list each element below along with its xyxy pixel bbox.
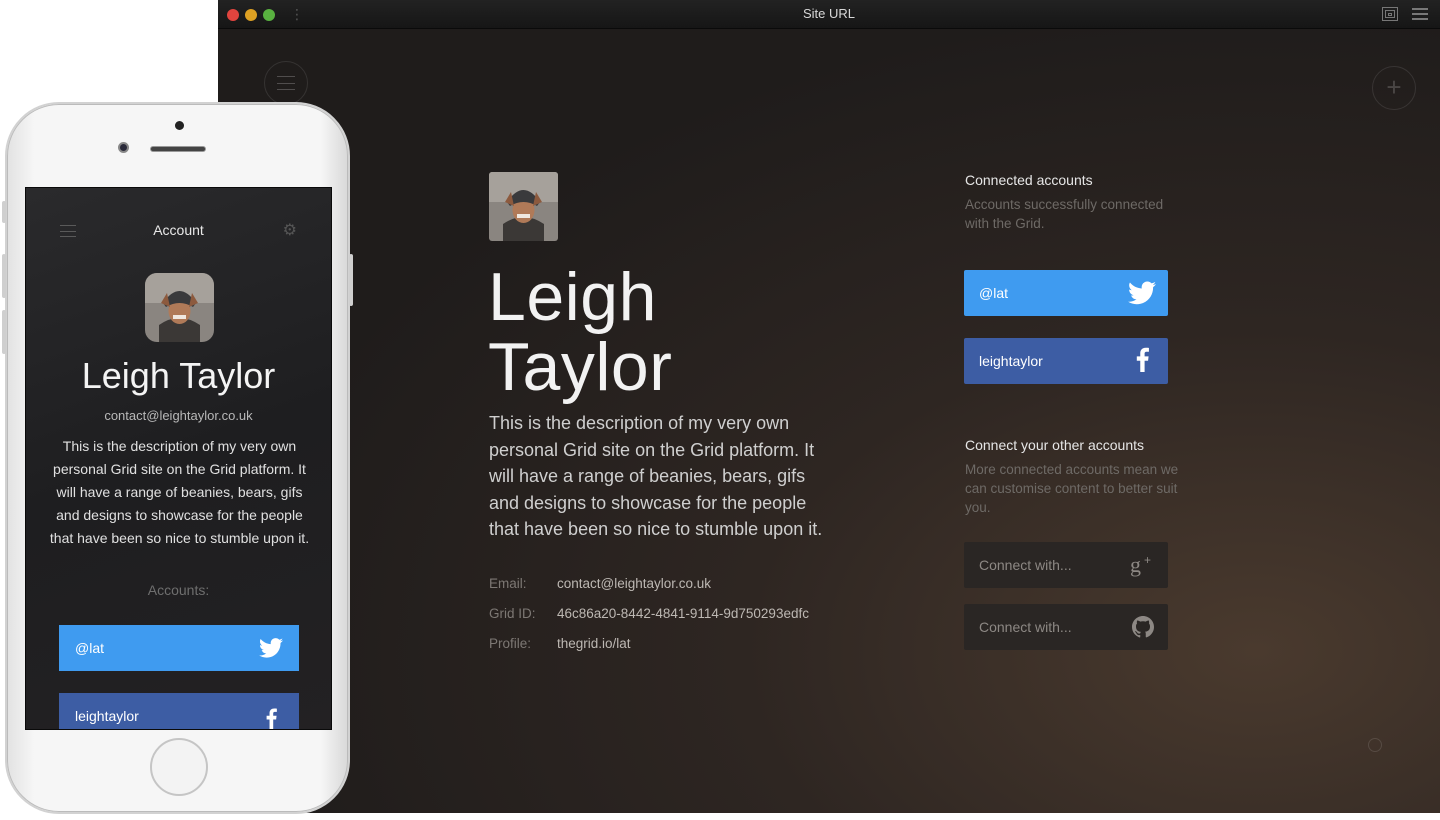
menu-icon xyxy=(277,76,295,90)
browser-window: ⋮ Site URL + Leigh Taylor This is the de… xyxy=(218,0,1440,813)
info-label: Profile: xyxy=(489,635,532,651)
facebook-account-label: leightaylor xyxy=(75,708,139,724)
profile-first-name: Leigh xyxy=(488,259,657,335)
profile-info: Email: contact@leightaylor.co.uk Grid ID… xyxy=(489,568,809,658)
info-row-email: Email: contact@leightaylor.co.uk xyxy=(489,568,809,598)
circle-indicator[interactable] xyxy=(1368,738,1382,752)
info-value-email[interactable]: contact@leightaylor.co.uk xyxy=(557,576,711,591)
connect-label: Connect with... xyxy=(979,619,1072,635)
other-accounts-title: Connect your other accounts xyxy=(965,437,1144,453)
connect-google-plus-button[interactable]: Connect with... g + xyxy=(964,542,1168,588)
plus-icon: + xyxy=(1386,72,1402,102)
avatar-photo xyxy=(489,172,558,241)
phone-mockup: Account ⚙ Leigh Taylor contact@leightayl… xyxy=(2,102,353,814)
info-label: Grid ID: xyxy=(489,605,536,621)
volume-up-button xyxy=(2,254,6,298)
profile-avatar xyxy=(489,172,558,241)
info-row-grid-id: Grid ID: 46c86a20-8442-4841-9114-9d75029… xyxy=(489,598,809,628)
mobile-profile-avatar xyxy=(145,273,214,342)
add-button[interactable]: + xyxy=(1372,66,1416,110)
google-plus-icon: g + xyxy=(1130,552,1151,577)
mobile-twitter-account-button[interactable]: @lat xyxy=(59,625,299,671)
profile-last-name: Taylor xyxy=(488,329,673,405)
twitter-icon xyxy=(1128,281,1156,305)
connected-accounts-subtitle: Accounts successfully connected with the… xyxy=(965,197,1164,231)
connect-github-button[interactable]: Connect with... xyxy=(964,604,1168,650)
power-button xyxy=(349,254,353,306)
title-bar: ⋮ Site URL xyxy=(218,0,1440,29)
front-camera xyxy=(118,142,129,153)
svg-text:+: + xyxy=(1144,553,1151,567)
mobile-profile-description: This is the description of my very own p… xyxy=(49,438,310,546)
mute-switch xyxy=(2,201,6,223)
mobile-profile-name: Leigh Taylor xyxy=(81,355,276,396)
twitter-account-button[interactable]: @lat xyxy=(964,270,1168,316)
github-icon xyxy=(1132,616,1154,638)
settings-gear-icon[interactable]: ⚙ xyxy=(283,220,297,240)
connected-accounts-title: Connected accounts xyxy=(965,172,1093,188)
facebook-account-button[interactable]: leightaylor xyxy=(964,338,1168,384)
facebook-icon xyxy=(266,708,277,729)
facebook-icon xyxy=(1136,347,1149,372)
main-menu-button[interactable] xyxy=(264,61,308,105)
twitter-account-label: @lat xyxy=(75,640,104,656)
mobile-profile-email[interactable]: contact@leightaylor.co.uk xyxy=(26,408,331,423)
info-label: Email: xyxy=(489,575,527,591)
frame-icon[interactable] xyxy=(1382,7,1398,21)
profile-name: Leigh Taylor xyxy=(488,262,672,402)
home-button[interactable] xyxy=(150,738,208,796)
window-title: Site URL xyxy=(802,6,856,21)
info-row-profile: Profile: thegrid.io/lat xyxy=(489,628,809,658)
info-value-grid-id: 46c86a20-8442-4841-9114-9d750293edfc xyxy=(557,605,809,621)
volume-down-button xyxy=(2,310,6,354)
other-accounts-subtitle: More connected accounts mean we can cust… xyxy=(965,462,1179,515)
mobile-accounts-label: Accounts: xyxy=(147,582,210,598)
mobile-facebook-account-button[interactable]: leightaylor xyxy=(59,693,299,729)
proximity-sensor xyxy=(175,121,184,130)
twitter-icon xyxy=(259,638,283,658)
profile-description: This is the description of my very own p… xyxy=(489,413,823,539)
hamburger-menu-icon[interactable] xyxy=(1412,7,1428,21)
facebook-account-label: leightaylor xyxy=(979,353,1043,369)
phone-screen: Account ⚙ Leigh Taylor contact@leightayl… xyxy=(25,187,332,730)
twitter-account-label: @lat xyxy=(979,285,1008,301)
info-value-profile[interactable]: thegrid.io/lat xyxy=(557,636,631,651)
earpiece-speaker xyxy=(150,146,206,152)
svg-text:g: g xyxy=(1130,552,1141,577)
avatar-photo xyxy=(145,273,214,342)
connect-label: Connect with... xyxy=(979,557,1072,573)
